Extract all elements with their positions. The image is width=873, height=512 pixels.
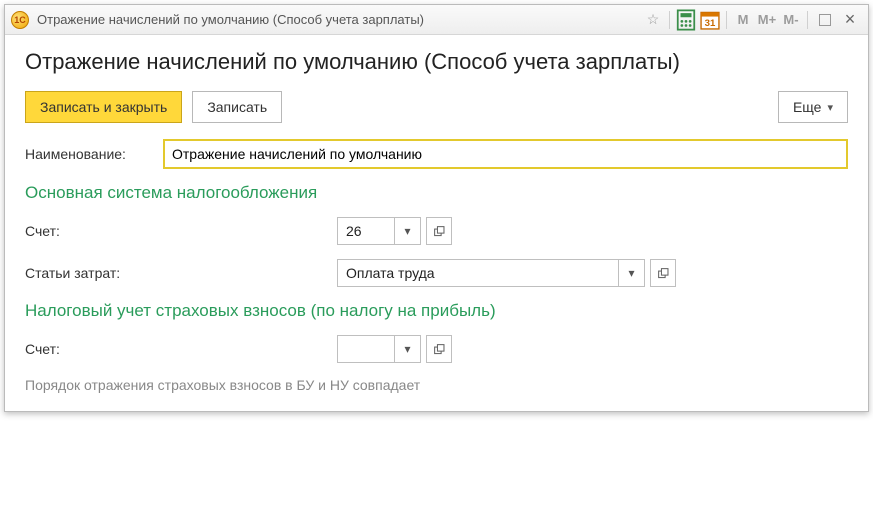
open-icon [657, 267, 670, 280]
divider [669, 11, 670, 29]
insurance-account-open-button[interactable] [426, 335, 452, 363]
open-icon [433, 225, 446, 238]
app-icon: 1С [11, 11, 29, 29]
name-input[interactable] [163, 139, 848, 169]
memory-mminus-button[interactable]: M- [780, 9, 802, 31]
cost-items-dropdown-button[interactable]: ▾ [619, 259, 645, 287]
insurance-account-dropdown-button[interactable]: ▾ [395, 335, 421, 363]
account-combo: 26 ▾ [337, 217, 452, 245]
svg-text:31: 31 [705, 18, 716, 29]
chevron-down-icon: ▾ [404, 224, 410, 238]
account-open-button[interactable] [426, 217, 452, 245]
name-label: Наименование: [25, 146, 163, 162]
insurance-account-row: Счет: ▾ [25, 335, 848, 363]
divider [807, 11, 808, 29]
chevron-down-icon: ▾ [404, 342, 410, 356]
account-value[interactable]: 26 [337, 217, 395, 245]
page-title: Отражение начислений по умолчанию (Спосо… [25, 49, 848, 75]
open-icon [433, 343, 446, 356]
insurance-account-combo: ▾ [337, 335, 452, 363]
section-tax-insurance-title: Налоговый учет страховых взносов (по нал… [25, 301, 848, 321]
titlebar: 1С Отражение начислений по умолчанию (Сп… [5, 5, 868, 35]
app-window: 1С Отражение начислений по умолчанию (Сп… [4, 4, 869, 412]
toolbar: Записать и закрыть Записать Еще ▾ [25, 91, 848, 123]
memory-m-button[interactable]: M [732, 9, 754, 31]
close-button[interactable]: × [839, 9, 861, 31]
memory-mplus-button[interactable]: M+ [756, 9, 778, 31]
cost-items-label: Статьи затрат: [25, 265, 337, 281]
favorite-icon[interactable]: ☆ [642, 9, 664, 31]
account-label: Счет: [25, 223, 337, 239]
name-row: Наименование: [25, 139, 848, 169]
account-dropdown-button[interactable]: ▾ [395, 217, 421, 245]
save-and-close-button[interactable]: Записать и закрыть [25, 91, 182, 123]
divider [726, 11, 727, 29]
cost-items-open-button[interactable] [650, 259, 676, 287]
calendar-icon[interactable]: 31 [699, 9, 721, 31]
chevron-down-icon: ▾ [827, 101, 833, 114]
cost-items-combo: Оплата труда ▾ [337, 259, 676, 287]
account-row: Счет: 26 ▾ [25, 217, 848, 245]
insurance-account-label: Счет: [25, 341, 337, 357]
cost-items-row: Статьи затрат: Оплата труда ▾ [25, 259, 848, 287]
more-button-label: Еще [793, 99, 822, 115]
section-main-tax-title: Основная система налогообложения [25, 183, 848, 203]
save-button[interactable]: Записать [192, 91, 282, 123]
more-button[interactable]: Еще ▾ [778, 91, 848, 123]
content-area: Отражение начислений по умолчанию (Спосо… [5, 35, 868, 411]
insurance-account-value[interactable] [337, 335, 395, 363]
cost-items-value[interactable]: Оплата труда [337, 259, 619, 287]
footer-note: Порядок отражения страховых взносов в БУ… [25, 377, 848, 393]
maximize-button[interactable] [819, 14, 831, 26]
chevron-down-icon: ▾ [628, 266, 634, 280]
calculator-icon[interactable] [675, 9, 697, 31]
window-title: Отражение начислений по умолчанию (Спосо… [37, 12, 424, 27]
